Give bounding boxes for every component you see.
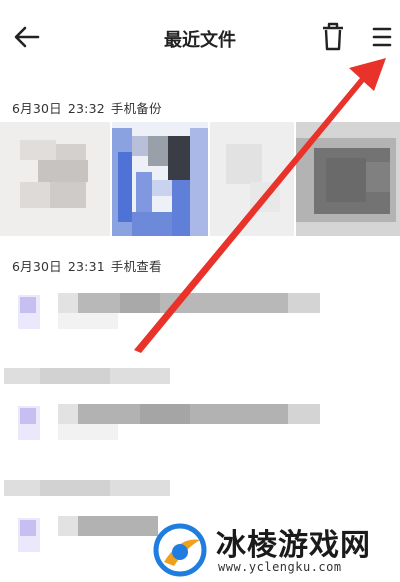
menu-icon xyxy=(372,27,392,47)
menu-button[interactable] xyxy=(371,24,393,50)
watermark-title: 冰棱游戏网 xyxy=(216,528,371,563)
group-header-view: 6月30日 23:31 手机查看 xyxy=(12,256,168,275)
watermark: 冰棱游戏网 www.yclengku.com xyxy=(148,518,400,582)
group-time: 23:32 xyxy=(67,101,105,116)
thumbnail[interactable] xyxy=(210,122,294,236)
group-date: 6月30日 xyxy=(12,101,62,116)
file-icon xyxy=(18,295,40,329)
watermark-url: www.yclengku.com xyxy=(218,560,342,574)
top-app-bar: 最近文件 xyxy=(0,0,400,76)
watermark-logo-icon xyxy=(153,523,207,577)
list-item[interactable] xyxy=(0,404,400,444)
thumbnail-row xyxy=(0,122,400,236)
thumbnail[interactable] xyxy=(112,122,208,236)
trash-icon xyxy=(323,22,343,51)
list-item[interactable] xyxy=(0,293,400,333)
group-date: 6月30日 xyxy=(12,259,62,274)
delete-button[interactable] xyxy=(318,21,348,53)
group-time: 23:31 xyxy=(67,259,105,274)
thumbnail[interactable] xyxy=(0,122,110,236)
group-header-backup: 6月30日 23:32 手机备份 xyxy=(12,98,168,117)
thumbnail[interactable] xyxy=(296,122,400,236)
group-source: 手机查看 xyxy=(110,259,162,274)
file-icon xyxy=(18,518,40,552)
group-source: 手机备份 xyxy=(110,101,162,116)
file-icon xyxy=(18,406,40,440)
